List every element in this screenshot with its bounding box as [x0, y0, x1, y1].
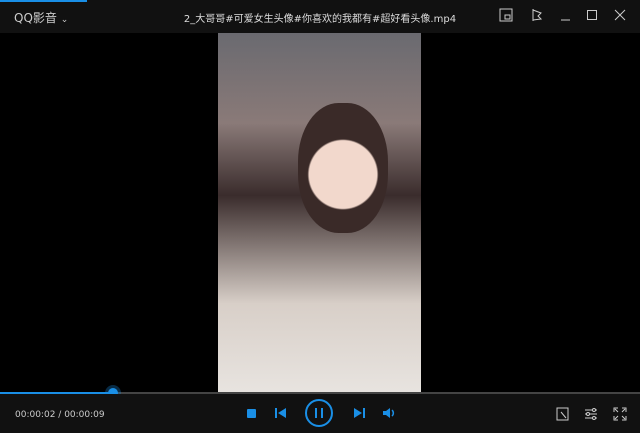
- settings-icon[interactable]: [584, 406, 598, 420]
- time-display: 00:00:02 / 00:00:09: [15, 410, 105, 420]
- pause-icon[interactable]: [305, 399, 333, 427]
- total-time: 00:00:09: [64, 410, 105, 420]
- title-bar: QQ影音 ⌄ 2_大哥哥#可爱女生头像#你喜欢的我都有#超好看头像.mp4: [0, 0, 640, 33]
- fullscreen-icon[interactable]: [613, 406, 627, 421]
- video-frame[interactable]: [218, 33, 421, 394]
- previous-icon[interactable]: [274, 408, 286, 418]
- top-accent-line: [0, 0, 87, 2]
- close-icon[interactable]: [612, 8, 628, 24]
- volume-icon[interactable]: [383, 408, 396, 418]
- control-bar: 00:00:02 / 00:00:09: [0, 394, 640, 433]
- current-time: 00:00:02: [15, 410, 56, 420]
- stop-icon[interactable]: [246, 408, 256, 418]
- maximize-icon[interactable]: [584, 8, 600, 24]
- minimize-icon[interactable]: [557, 8, 573, 24]
- pin-icon[interactable]: [529, 8, 545, 24]
- next-icon[interactable]: [353, 408, 365, 418]
- time-separator: /: [55, 410, 65, 420]
- video-subject: [298, 103, 388, 233]
- mini-mode-icon[interactable]: [498, 8, 514, 24]
- screenshot-icon[interactable]: [556, 406, 570, 421]
